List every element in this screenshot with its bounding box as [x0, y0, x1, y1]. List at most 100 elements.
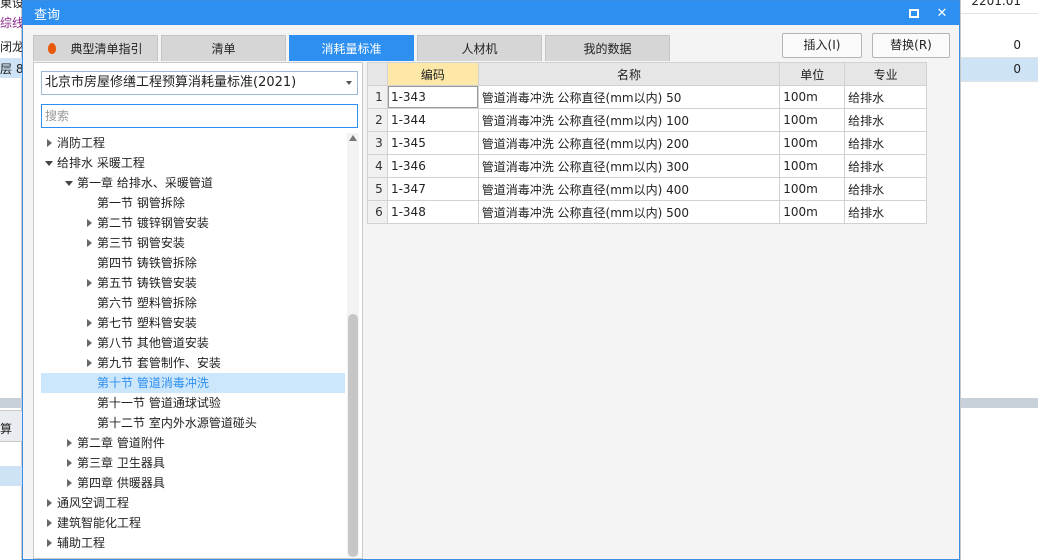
table-row[interactable]: 3 1-345 管道消毒冲洗 公称直径(mm以内) 200 100m 给排水 — [367, 131, 927, 155]
dialog-titlebar[interactable]: 查询 ✕ — [23, 1, 959, 25]
tab-my-data[interactable]: 我的数据 — [545, 35, 670, 61]
code-cell[interactable]: 1-346 — [386, 154, 479, 178]
tree-node[interactable]: 第六节 塑料管拆除 — [41, 293, 345, 313]
table-row[interactable]: 5 1-347 管道消毒冲洗 公称直径(mm以内) 400 100m 给排水 — [367, 177, 927, 201]
row-number[interactable]: 4 — [367, 154, 388, 178]
table-row[interactable]: 2 1-344 管道消毒冲洗 公称直径(mm以内) 100 100m 给排水 — [367, 108, 927, 132]
close-button[interactable]: ✕ — [931, 2, 953, 24]
code-cell[interactable]: 1-348 — [386, 200, 479, 224]
collapsed-arrow-icon[interactable] — [83, 213, 95, 233]
scroll-up-arrow-icon[interactable] — [349, 135, 357, 141]
collapsed-arrow-icon[interactable] — [83, 353, 95, 373]
tree-node[interactable]: 第十二节 室内外水源管道碰头 — [41, 413, 345, 433]
row-number[interactable]: 2 — [367, 108, 388, 132]
name-cell[interactable]: 管道消毒冲洗 公称直径(mm以内) 100 — [477, 108, 781, 132]
bg-value: 0 — [961, 58, 1038, 82]
major-cell[interactable]: 给排水 — [844, 154, 927, 178]
collapsed-arrow-icon[interactable] — [43, 513, 55, 533]
chevron-down-icon — [346, 81, 352, 85]
tree-node[interactable]: 第三章 卫生器具 — [41, 453, 345, 473]
tree-node[interactable]: 第三节 钢管安装 — [41, 233, 345, 253]
collapsed-arrow-icon[interactable] — [43, 133, 55, 153]
tree-node[interactable]: 第五节 铸铁管安装 — [41, 273, 345, 293]
scrollbar-thumb[interactable] — [348, 314, 358, 557]
collapsed-arrow-icon[interactable] — [63, 433, 75, 453]
tab-list[interactable]: 清单 — [161, 35, 286, 61]
tree-node[interactable]: 第一章 给排水、采暖管道 — [41, 173, 345, 193]
tab-consumption-standard[interactable]: 消耗量标准 — [289, 35, 414, 61]
tab-typical-list-guide[interactable]: 典型清单指引 — [33, 35, 158, 61]
tab-label: 典型清单指引 — [70, 42, 143, 56]
major-cell[interactable]: 给排水 — [844, 131, 927, 155]
unit-cell[interactable]: 100m — [779, 108, 846, 132]
table-row[interactable]: 4 1-346 管道消毒冲洗 公称直径(mm以内) 300 100m 给排水 — [367, 154, 927, 178]
table-row[interactable]: 6 1-348 管道消毒冲洗 公称直径(mm以内) 500 100m 给排水 — [367, 200, 927, 224]
unit-cell[interactable]: 100m — [779, 85, 846, 109]
unit-cell[interactable]: 100m — [779, 131, 846, 155]
major-cell[interactable]: 给排水 — [844, 177, 927, 201]
search-input[interactable] — [41, 104, 358, 128]
tree-node[interactable]: 第十一节 管道通球试验 — [41, 393, 345, 413]
table-row[interactable]: 1 1-343 管道消毒冲洗 公称直径(mm以内) 50 100m 给排水 — [367, 85, 927, 109]
collapsed-arrow-icon[interactable] — [63, 473, 75, 493]
name-cell[interactable]: 管道消毒冲洗 公称直径(mm以内) 300 — [477, 154, 781, 178]
major-cell[interactable]: 给排水 — [844, 200, 927, 224]
tree-node[interactable]: 第一节 钢管拆除 — [41, 193, 345, 213]
collapsed-arrow-icon[interactable] — [83, 233, 95, 253]
collapsed-arrow-icon[interactable] — [83, 313, 95, 333]
column-header-code[interactable]: 编码 — [386, 62, 479, 86]
tree-node[interactable]: 第七节 塑料管安装 — [41, 313, 345, 333]
tree-node[interactable]: 第九节 套管制作、安装 — [41, 353, 345, 373]
collapsed-arrow-icon[interactable] — [43, 533, 55, 553]
chapter-tree: 消防工程 给排水 采暖工程 第一章 给排水、采暖管道 第一节 钢管拆除 第二节 镀锌钢管… — [41, 133, 345, 555]
tree-node[interactable]: 辅助工程 — [41, 533, 345, 553]
column-header-major[interactable]: 专业 — [844, 62, 927, 86]
code-cell[interactable]: 1-343 — [386, 85, 479, 109]
collapsed-arrow-icon[interactable] — [63, 453, 75, 473]
standard-select[interactable]: 北京市房屋修缮工程预算消耗量标准(2021) — [41, 71, 358, 95]
tree-node[interactable]: 第二章 管道附件 — [41, 433, 345, 453]
unit-cell[interactable]: 100m — [779, 154, 846, 178]
grid-header-row: 编码 名称 单位 专业 — [367, 62, 927, 86]
tree-node[interactable]: 建筑智能化工程 — [41, 513, 345, 533]
tree-node[interactable]: 消防工程 — [41, 133, 345, 153]
collapsed-arrow-icon[interactable] — [43, 493, 55, 513]
name-cell[interactable]: 管道消毒冲洗 公称直径(mm以内) 200 — [477, 131, 781, 155]
tree-node[interactable]: 第四章 供暖器具 — [41, 473, 345, 493]
unit-cell[interactable]: 100m — [779, 200, 846, 224]
tree-node-label: 建筑智能化工程 — [57, 516, 142, 530]
name-cell[interactable]: 管道消毒冲洗 公称直径(mm以内) 50 — [477, 85, 781, 109]
expanded-arrow-icon[interactable] — [63, 173, 75, 193]
collapsed-arrow-icon[interactable] — [83, 333, 95, 353]
tab-label: 清单 — [211, 42, 236, 56]
row-number[interactable]: 1 — [367, 85, 388, 109]
collapsed-arrow-icon[interactable] — [83, 273, 95, 293]
expanded-arrow-icon[interactable] — [43, 153, 55, 173]
tree-node[interactable]: 第四节 铸铁管拆除 — [41, 253, 345, 273]
maximize-button[interactable] — [903, 2, 925, 24]
column-header-name[interactable]: 名称 — [477, 62, 781, 86]
replace-button[interactable]: 替换(R) — [872, 33, 950, 58]
code-cell[interactable]: 1-344 — [386, 108, 479, 132]
tree-node[interactable]: 给排水 采暖工程 — [41, 153, 345, 173]
bg-splitter — [0, 398, 22, 408]
major-cell[interactable]: 给排水 — [844, 85, 927, 109]
insert-button[interactable]: 插入(I) — [782, 33, 862, 58]
tree-node[interactable]: 第八节 其他管道安装 — [41, 333, 345, 353]
tab-labor-material-machine[interactable]: 人材机 — [417, 35, 542, 61]
tree-node-label: 第四章 供暖器具 — [77, 476, 165, 490]
tree-node[interactable]: 第二节 镀锌钢管安装 — [41, 213, 345, 233]
tree-node[interactable]: 通风空调工程 — [41, 493, 345, 513]
row-number[interactable]: 5 — [367, 177, 388, 201]
tree-scrollbar[interactable] — [347, 133, 359, 557]
row-number[interactable]: 6 — [367, 200, 388, 224]
column-header-unit[interactable]: 单位 — [779, 62, 846, 86]
code-cell[interactable]: 1-345 — [386, 131, 479, 155]
code-cell[interactable]: 1-347 — [386, 177, 479, 201]
tree-node[interactable]: 第十节 管道消毒冲洗 — [41, 373, 345, 393]
row-number[interactable]: 3 — [367, 131, 388, 155]
unit-cell[interactable]: 100m — [779, 177, 846, 201]
name-cell[interactable]: 管道消毒冲洗 公称直径(mm以内) 400 — [477, 177, 781, 201]
major-cell[interactable]: 给排水 — [844, 108, 927, 132]
name-cell[interactable]: 管道消毒冲洗 公称直径(mm以内) 500 — [477, 200, 781, 224]
